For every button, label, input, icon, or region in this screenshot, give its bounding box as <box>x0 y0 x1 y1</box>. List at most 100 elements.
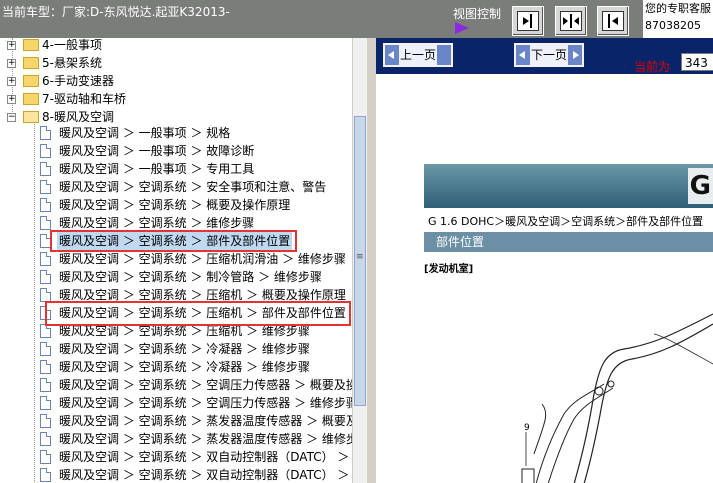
tree-folder-4[interactable]: + 4-一般事项 <box>0 38 352 54</box>
tree-folder-5[interactable]: + 5-悬架系统 <box>0 54 352 72</box>
document-icon <box>40 378 51 392</box>
tree-folder-label: 6-手动变速器 <box>42 74 114 88</box>
navigation-tree[interactable]: + 4-一般事项 + 5-悬架系统 + 6-手动变速器 + 7-驱动轴和车桥 −… <box>0 38 352 483</box>
tree-item[interactable]: 暖风及空调 ＞ 空调系统 ＞ 概要及操作原理 <box>0 196 352 214</box>
expand-icon[interactable]: + <box>7 59 16 68</box>
tree-item-label: 暖风及空调 ＞ 空调系统 ＞ 冷凝器 ＞ 维修步骤 <box>59 360 310 374</box>
tree-folder-label: 5-悬架系统 <box>42 56 102 70</box>
collapse-right-icon <box>517 11 539 31</box>
engine-room-label: [发动机室] <box>424 264 474 275</box>
highlight-box <box>50 230 297 252</box>
document-icon <box>40 414 51 428</box>
document-icon <box>40 396 51 410</box>
tree-item-label: 暖风及空调 ＞ 空调系统 ＞ 空调压力传感器 ＞ 维修步骤 <box>59 396 352 410</box>
view-left-pane-button[interactable] <box>512 6 544 36</box>
next-page-label: 下一页 <box>530 45 568 65</box>
tree-item[interactable]: 暖风及空调 ＞ 一般事项 ＞ 故障诊断 <box>0 142 352 160</box>
contact-panel: 您的专职客服 87038205 <box>643 0 713 38</box>
tree-item-label: 暖风及空调 ＞ 空调系统 ＞ 蒸发器温度传感器 ＞ 维修步骤 <box>59 432 352 446</box>
document-page: G G 1.6 DOHC＞暖风及空调＞空调系统＞部件及部件位置 部件位置 [发动… <box>376 74 713 483</box>
tree-scrollbar[interactable] <box>352 38 367 483</box>
contact-title: 您的专职客服 <box>645 2 711 15</box>
document-breadcrumb: G 1.6 DOHC＞暖风及空调＞空调系统＞部件及部件位置 <box>428 215 704 228</box>
folder-icon <box>23 39 39 51</box>
tree-item[interactable]: 暖风及空调 ＞ 空调系统 ＞ 空调压力传感器 ＞ 概要及操作原理 <box>0 376 352 394</box>
current-page-input[interactable]: 343 <box>681 53 713 71</box>
top-bar: 当前车型：厂家:D-东风悦达.起亚K32013- 视图控制 您的专职客服 870… <box>0 0 713 38</box>
expand-icon[interactable]: + <box>7 95 16 104</box>
tree-item-label: 暖风及空调 ＞ 空调系统 ＞ 双自动控制器（DATC） ＞ 部件及部件位置 <box>59 450 352 464</box>
highlight-box <box>45 301 351 326</box>
manual-banner: G <box>424 164 713 208</box>
tree-item[interactable]: 暖风及空调 ＞ 一般事项 ＞ 专用工具 <box>0 160 352 178</box>
tree-item[interactable]: 暖风及空调 ＞ 空调系统 ＞ 压缩机润滑油 ＞ 维修步骤 <box>0 250 352 268</box>
tree-item[interactable]: 暖风及空调 ＞ 空调系统 ＞ 冷凝器 ＞ 维修步骤 <box>0 358 352 376</box>
expand-icon[interactable]: + <box>7 41 16 50</box>
tree-item-label: 暖风及空调 ＞ 一般事项 ＞ 规格 <box>59 126 231 140</box>
tree-item-label: 暖风及空调 ＞ 空调系统 ＞ 蒸发器温度传感器 ＞ 概要及操作原理 <box>59 414 352 428</box>
tree-item[interactable]: 暖风及空调 ＞ 空调系统 ＞ 空调压力传感器 ＞ 维修步骤 <box>0 394 352 412</box>
tree-item-label: 暖风及空调 ＞ 空调系统 ＞ 压缩机润滑油 ＞ 维修步骤 <box>59 252 346 266</box>
folder-icon <box>23 57 39 69</box>
tree-item[interactable]: 暖风及空调 ＞ 空调系统 ＞ 蒸发器温度传感器 ＞ 概要及操作原理 <box>0 412 352 430</box>
document-icon <box>40 342 51 356</box>
document-viewer: 上一页 下一页 G G 1.6 DOHC＞暖风及空调＞空调系统＞部件及部件位置 … <box>376 38 713 483</box>
document-icon <box>40 432 51 446</box>
document-icon <box>40 144 51 158</box>
document-icon <box>40 270 51 284</box>
view-control-label: 视图控制 <box>453 7 502 21</box>
engine-room-diagram: 9 7 <box>521 313 713 483</box>
prev-page-button[interactable]: 上一页 <box>383 43 453 67</box>
tree-item[interactable]: 暖风及空调 ＞ 一般事项 ＞ 规格 <box>0 124 352 142</box>
open-folder-icon <box>23 111 39 123</box>
callout-9: 9 <box>524 423 530 433</box>
tree-folder-6[interactable]: + 6-手动变速器 <box>0 72 352 90</box>
collapse-left-icon <box>602 11 624 31</box>
tree-item-label: 暖风及空调 ＞ 一般事项 ＞ 专用工具 <box>59 162 255 176</box>
document-icon <box>40 288 51 302</box>
folder-icon <box>23 93 39 105</box>
tree-item-label: 暖风及空调 ＞ 一般事项 ＞ 故障诊断 <box>59 144 255 158</box>
document-icon <box>40 252 51 266</box>
tree-item[interactable]: 暖风及空调 ＞ 空调系统 ＞ 安全事项和注意、警告 <box>0 178 352 196</box>
tree-item[interactable]: 暖风及空调 ＞ 空调系统 ＞ 制冷管路 ＞ 维修步骤 <box>0 268 352 286</box>
tree-folder-label: 4-一般事项 <box>42 38 102 52</box>
next-page-button[interactable]: 下一页 <box>514 43 584 67</box>
tree-folder-label: 7-驱动轴和车桥 <box>42 92 126 106</box>
current-car-model: 当前车型：厂家:D-东风悦达.起亚K32013- <box>2 5 230 19</box>
contact-number: 87038205 <box>645 19 701 32</box>
prev-page-label: 上一页 <box>399 45 437 65</box>
document-icon <box>40 468 51 482</box>
flag-icon <box>455 22 469 34</box>
tree-item-label: 暖风及空调 ＞ 空调系统 ＞ 安全事项和注意、警告 <box>59 180 327 194</box>
tree-item-label: 暖风及空调 ＞ 空调系统 ＞ 双自动控制器（DATC） ＞ 维修步骤 <box>59 468 352 482</box>
document-icon <box>40 324 51 338</box>
tree-item[interactable]: 暖风及空调 ＞ 空调系统 ＞ 双自动控制器（DATC） ＞ 维修步骤 <box>0 466 352 483</box>
tree-item[interactable]: 暖风及空调 ＞ 空调系统 ＞ 双自动控制器（DATC） ＞ 部件及部件位置 <box>0 448 352 466</box>
document-icon <box>40 162 51 176</box>
scrollbar-thumb[interactable] <box>354 116 366 406</box>
view-right-pane-button[interactable] <box>597 6 629 36</box>
tree-item-label: 暖风及空调 ＞ 空调系统 ＞ 空调压力传感器 ＞ 概要及操作原理 <box>59 378 352 392</box>
tree-item[interactable]: 暖风及空调 ＞ 空调系统 ＞ 蒸发器温度传感器 ＞ 维修步骤 <box>0 430 352 448</box>
document-icon <box>40 198 51 212</box>
tree-item[interactable]: 暖风及空调 ＞ 空调系统 ＞ 冷凝器 ＞ 维修步骤 <box>0 340 352 358</box>
expand-icon[interactable]: + <box>7 77 16 86</box>
section-title: 部件位置 <box>436 235 485 249</box>
left-arrow-icon <box>388 51 394 59</box>
tree-item-label: 暖风及空调 ＞ 空调系统 ＞ 概要及操作原理 <box>59 198 291 212</box>
current-page-label: 当前为 <box>634 60 671 74</box>
split-view-icon <box>560 11 582 31</box>
document-icon <box>40 360 51 374</box>
tree-item-label: 暖风及空调 ＞ 空调系统 ＞ 冷凝器 ＞ 维修步骤 <box>59 342 310 356</box>
document-icon <box>40 450 51 464</box>
pane-splitter[interactable] <box>367 38 376 483</box>
right-arrow-icon <box>573 51 579 59</box>
view-split-button[interactable] <box>555 6 587 36</box>
document-icon <box>40 180 51 194</box>
collapse-icon[interactable]: − <box>7 113 16 122</box>
tree-folder-7[interactable]: + 7-驱动轴和车桥 <box>0 90 352 108</box>
document-icon <box>40 126 51 140</box>
section-header: 部件位置 <box>424 232 713 252</box>
folder-icon <box>23 75 39 87</box>
